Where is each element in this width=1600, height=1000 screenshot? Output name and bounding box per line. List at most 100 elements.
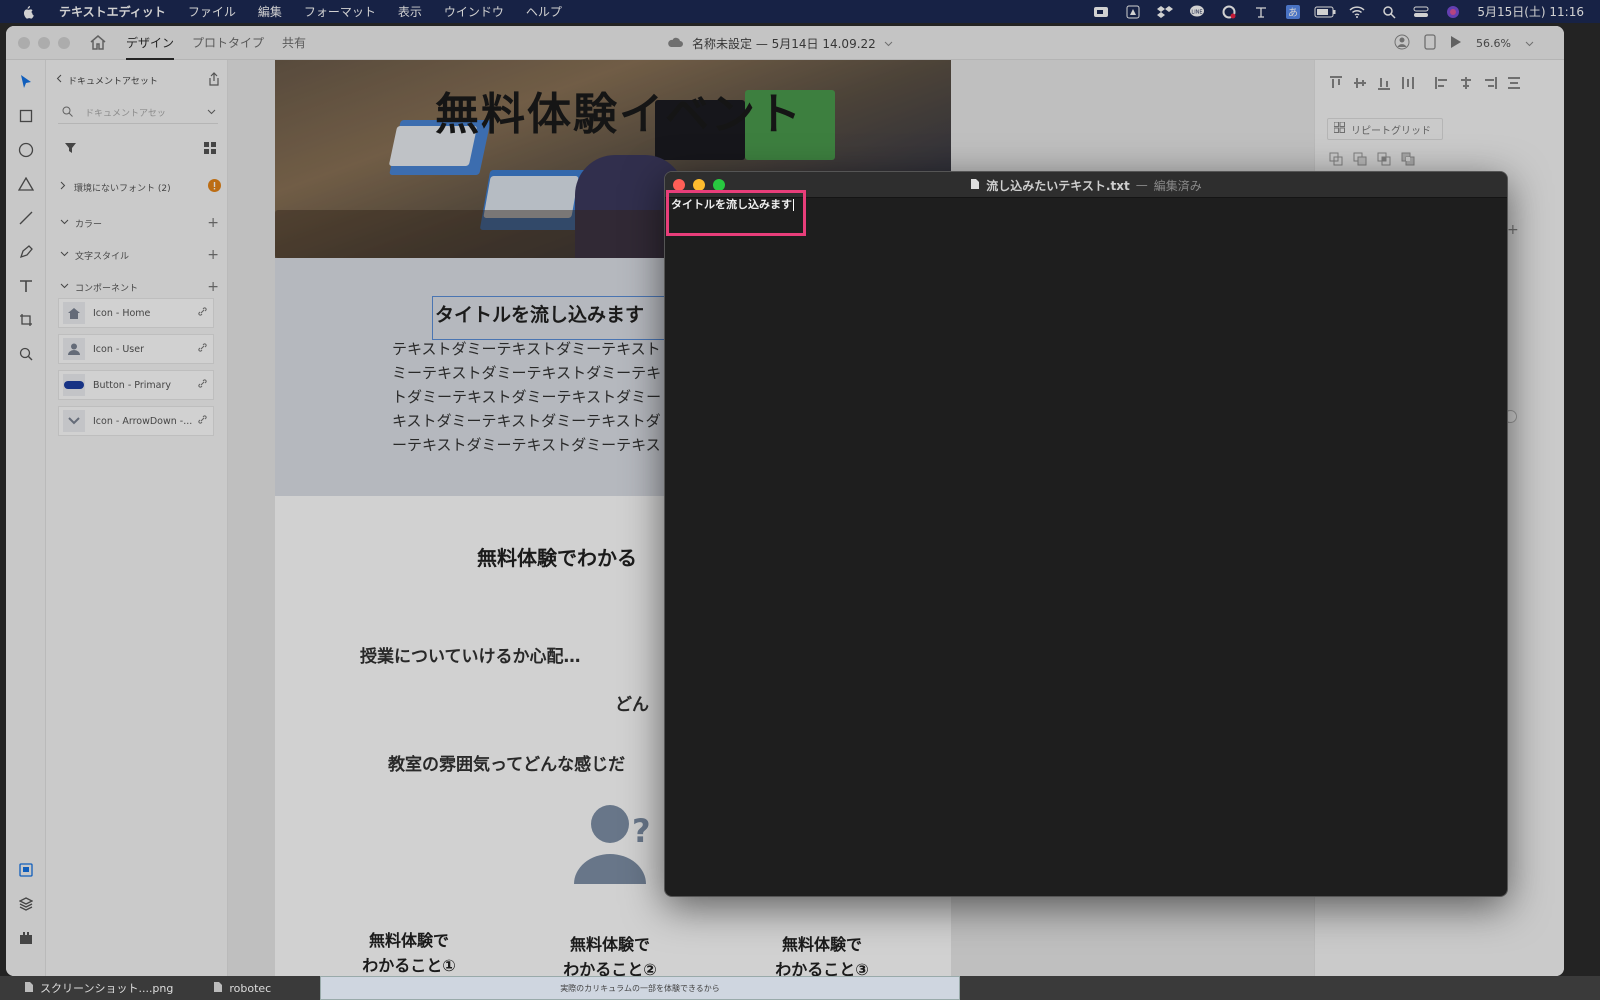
- component-item[interactable]: Icon - Home: [58, 298, 214, 328]
- menu-help[interactable]: ヘルプ: [515, 3, 573, 20]
- search-chevron-icon[interactable]: [207, 108, 216, 118]
- boolean-intersect-icon[interactable]: [1377, 152, 1391, 169]
- menubar-clock[interactable]: 5月15日(土) 11:16: [1477, 3, 1584, 20]
- wifi-icon[interactable]: [1341, 0, 1373, 23]
- repeat-grid-button[interactable]: リピートグリッド: [1327, 118, 1443, 140]
- align-right-icon[interactable]: [1481, 74, 1499, 92]
- add-character-style-button[interactable]: +: [207, 247, 219, 263]
- input-method-icon[interactable]: あ: [1277, 0, 1309, 23]
- align-top-icon[interactable]: [1327, 74, 1345, 92]
- missing-fonts-row[interactable]: 環境にないフォント (2): [56, 178, 221, 196]
- add-color-button[interactable]: +: [207, 215, 219, 231]
- spotlight-icon[interactable]: [1373, 0, 1405, 23]
- section-colors[interactable]: カラー +: [56, 214, 221, 232]
- boolean-exclude-icon[interactable]: [1401, 152, 1415, 169]
- question-text[interactable]: 授業についていけるか心配…: [360, 642, 581, 667]
- pen-tool-icon[interactable]: [16, 242, 36, 262]
- feature-heading[interactable]: 無料体験で わかること②: [545, 932, 675, 976]
- assets-search[interactable]: ドキュメントアセッ: [58, 102, 218, 124]
- export-icon[interactable]: [207, 71, 221, 89]
- plugins-icon[interactable]: [16, 928, 36, 948]
- xd-zoom-button[interactable]: [58, 36, 70, 49]
- siri-icon[interactable]: [1437, 0, 1469, 23]
- line-icon[interactable]: LINE: [1181, 0, 1213, 23]
- dropbox-icon[interactable]: [1149, 0, 1181, 23]
- distribute-horizontal-icon[interactable]: [1505, 74, 1523, 92]
- control-center-icon[interactable]: [1405, 0, 1437, 23]
- artboard-tool-icon[interactable]: [16, 310, 36, 330]
- bottom-file-name[interactable]: robotec: [229, 982, 271, 995]
- menu-app-name[interactable]: テキストエディット: [48, 3, 177, 20]
- question-text[interactable]: どん: [615, 690, 649, 715]
- xd-minimize-button[interactable]: [38, 36, 50, 49]
- distribute-vertical-icon[interactable]: [1399, 74, 1417, 92]
- tab-prototype[interactable]: プロトタイプ: [192, 26, 264, 60]
- play-icon[interactable]: [1450, 35, 1462, 52]
- zoom-tool-icon[interactable]: [16, 344, 36, 364]
- textedit-window[interactable]: 流し込みたいテキスト.txt — 編集済み タイトルを流し込みます: [664, 171, 1508, 897]
- text-input-icon[interactable]: [1245, 0, 1277, 23]
- link-icon[interactable]: [198, 415, 207, 427]
- add-component-button[interactable]: +: [207, 279, 219, 295]
- rectangle-tool-icon[interactable]: [16, 106, 36, 126]
- user-icon[interactable]: [1394, 34, 1410, 53]
- search-input[interactable]: ドキュメントアセッ: [85, 106, 166, 119]
- section-heading[interactable]: 無料体験でわかる: [477, 542, 637, 571]
- zoom-chevron-icon[interactable]: [1525, 37, 1534, 50]
- text-tool-icon[interactable]: [16, 276, 36, 296]
- intro-title-textbox[interactable]: タイトルを流し込みます: [432, 296, 667, 340]
- menu-edit[interactable]: 編集: [247, 3, 293, 20]
- dummy-text-line[interactable]: トダミーテキストダミーテキストダミー: [392, 386, 661, 407]
- component-item[interactable]: Button - Primary: [58, 370, 214, 400]
- dummy-text-line[interactable]: キストダミーテキストダミーテキストダ: [392, 410, 661, 431]
- component-item[interactable]: Icon - User: [58, 334, 214, 364]
- apple-icon[interactable]: [20, 5, 34, 19]
- assets-panel-icon[interactable]: [16, 860, 36, 880]
- filter-icon[interactable]: [64, 142, 77, 157]
- section-character-styles[interactable]: 文字スタイル +: [56, 246, 221, 264]
- menu-view[interactable]: 表示: [387, 3, 433, 20]
- hero-title[interactable]: 無料体験イベント: [435, 78, 803, 142]
- question-text[interactable]: 教室の雰囲気ってどんな感じだ: [388, 750, 625, 775]
- link-icon[interactable]: [198, 379, 207, 391]
- section-components[interactable]: コンポーネント +: [56, 278, 221, 296]
- menu-window[interactable]: ウインドウ: [433, 3, 515, 20]
- textedit-content[interactable]: タイトルを流し込みます: [671, 196, 794, 212]
- align-bottom-icon[interactable]: [1375, 74, 1393, 92]
- boolean-add-icon[interactable]: [1329, 152, 1343, 169]
- chevron-left-icon[interactable]: [56, 74, 62, 86]
- tab-design[interactable]: デザイン: [126, 26, 175, 60]
- zoom-level[interactable]: 56.6%: [1476, 37, 1511, 50]
- dummy-text-line[interactable]: ミーテキストダミーテキストダミーテキ: [392, 362, 661, 383]
- home-icon[interactable]: [88, 33, 108, 53]
- align-center-icon[interactable]: [1457, 74, 1475, 92]
- ellipse-tool-icon[interactable]: [16, 140, 36, 160]
- select-tool-icon[interactable]: [16, 72, 36, 92]
- document-title[interactable]: 名称未設定 — 5月14日 14.09.22: [666, 26, 893, 60]
- align-middle-icon[interactable]: [1351, 74, 1369, 92]
- tab-share[interactable]: 共有: [282, 26, 306, 60]
- align-left-icon[interactable]: [1433, 74, 1451, 92]
- line-tool-icon[interactable]: [16, 208, 36, 228]
- drive-icon[interactable]: [1117, 0, 1149, 23]
- device-preview-icon[interactable]: [1424, 33, 1436, 53]
- bottom-file-name[interactable]: スクリーンショット....png: [40, 980, 173, 996]
- polygon-tool-icon[interactable]: [16, 174, 36, 194]
- menu-file[interactable]: ファイル: [177, 3, 247, 20]
- add-icon[interactable]: +: [1507, 222, 1519, 238]
- component-item[interactable]: Icon - ArrowDown -...: [58, 406, 214, 436]
- zoom-icon[interactable]: [1085, 0, 1117, 23]
- battery-icon[interactable]: [1309, 0, 1341, 23]
- feature-heading[interactable]: 無料体験で わかること③: [757, 932, 887, 976]
- boolean-subtract-icon[interactable]: [1353, 152, 1367, 169]
- dummy-text-line[interactable]: ーテキストダミーテキストダミーテキス: [392, 434, 661, 455]
- xd-close-button[interactable]: [18, 36, 30, 49]
- link-icon[interactable]: [198, 343, 207, 355]
- link-icon[interactable]: [198, 307, 207, 319]
- dummy-text-line[interactable]: テキストダミーテキストダミーテキスト: [392, 338, 661, 359]
- menu-format[interactable]: フォーマット: [293, 3, 387, 20]
- layers-icon[interactable]: [16, 894, 36, 914]
- grid-view-icon[interactable]: [204, 142, 216, 157]
- feature-heading[interactable]: 無料体験で わかること①: [344, 928, 474, 976]
- creative-cloud-icon[interactable]: [1213, 0, 1245, 23]
